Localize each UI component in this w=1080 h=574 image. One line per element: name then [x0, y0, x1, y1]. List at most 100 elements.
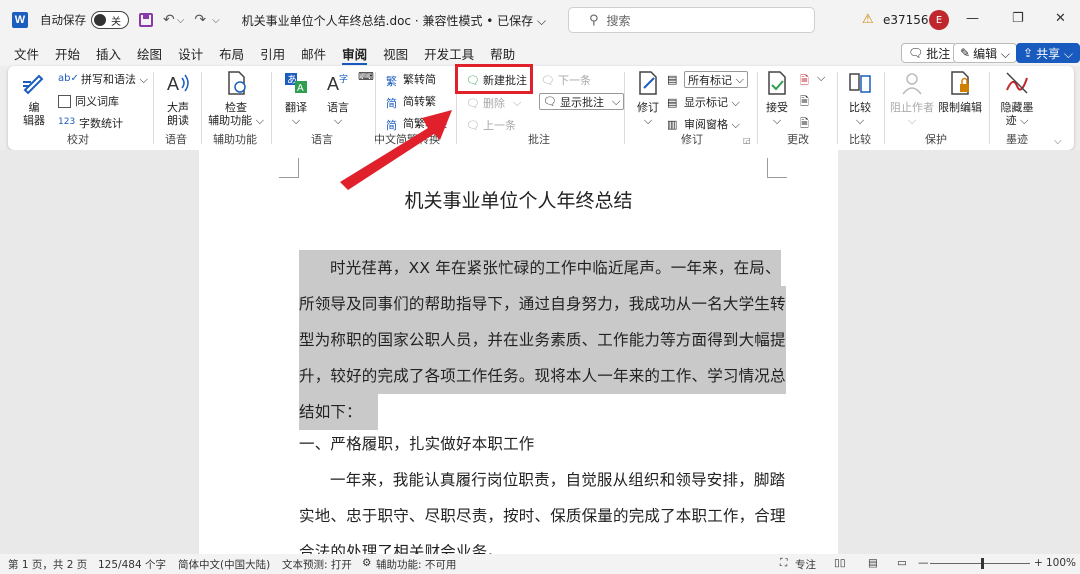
paragraph-line[interactable]: 升，较好的完成了各项工作任务。现将本人一年来的工作、学习情况总	[299, 358, 786, 394]
tab-insert[interactable]: 插入	[88, 40, 129, 66]
group-label-protect: 保护	[925, 133, 947, 146]
web-layout-icon[interactable]: ▭	[897, 557, 907, 569]
read-aloud-button[interactable]: A 大声 朗读	[160, 70, 196, 127]
zoom-level[interactable]: 100%	[1046, 557, 1076, 569]
block-authors-button[interactable]: 阻止作者 ⌵	[889, 70, 935, 127]
track-changes-icon	[639, 71, 657, 95]
reject-button[interactable]: 🗎 ⌵	[800, 71, 825, 87]
paragraph-line[interactable]: 合法的处理了相关财会业务。	[299, 534, 503, 554]
read-mode-icon[interactable]: ▯▯	[834, 557, 846, 569]
minimize-icon[interactable]: —	[966, 11, 979, 26]
compare-button[interactable]: 比较 ⌵	[842, 70, 878, 127]
tracking-dialog-launcher-icon[interactable]: ◲	[743, 136, 751, 145]
username[interactable]: e37156	[883, 13, 929, 27]
show-comments-button[interactable]: 🗨 显示批注 ⌵	[539, 93, 625, 110]
translate-icon: あA	[285, 73, 307, 94]
trad-to-simplified-button[interactable]: 繁繁转简	[386, 71, 436, 88]
restrict-editing-button[interactable]: 限制编辑	[937, 70, 983, 114]
accessibility-icon	[228, 71, 246, 95]
separator	[624, 72, 625, 144]
tab-developer[interactable]: 开发工具	[416, 40, 482, 66]
editor-button[interactable]: 编 辑器	[16, 70, 52, 127]
editing-button[interactable]: ✎ 编辑 ⌵	[953, 43, 1017, 63]
avatar[interactable]: E	[929, 10, 949, 30]
tab-home[interactable]: 开始	[47, 40, 88, 66]
tab-mailings[interactable]: 邮件	[293, 40, 334, 66]
accessibility-status[interactable]: 辅助功能: 不可用	[376, 557, 456, 572]
paragraph-line[interactable]: 时光荏苒，XX 年在紧张忙碌的工作中临近尾声。一年来，在局、	[299, 250, 781, 286]
paragraph-line[interactable]: 型为称职的国家公职人员，并在业务素质、工作能力等方面得到大幅提	[299, 322, 786, 358]
warning-icon[interactable]: ⚠	[862, 12, 874, 27]
paragraph-line[interactable]: 一年来，我能认真履行岗位职责，自觉服从组织和领导安排，脚踏	[299, 462, 785, 498]
tab-draw[interactable]: 绘图	[129, 40, 170, 66]
next-comment-icon: 🗨	[541, 73, 555, 87]
tab-layout[interactable]: 布局	[211, 40, 252, 66]
zoom-slider-track[interactable]	[930, 563, 1030, 564]
print-layout-icon[interactable]: ▤	[868, 557, 878, 569]
page-count[interactable]: 第 1 页，共 2 页	[8, 557, 87, 572]
accept-button[interactable]: 接受 ⌵	[760, 70, 794, 127]
next-change-button[interactable]: 🗎	[800, 115, 817, 130]
markup-select[interactable]: ▤ 所有标记 ⌵	[667, 71, 748, 88]
spelling-grammar-button[interactable]: ab✓ 拼写和语法 ⌵	[58, 71, 148, 87]
focus-mode[interactable]: 专注	[795, 557, 816, 572]
text-prediction-status[interactable]: 文本预测: 打开	[282, 557, 352, 572]
zoom-slider-thumb[interactable]	[981, 558, 984, 569]
check-accessibility-button[interactable]: 检查 辅助功能 ⌵	[206, 70, 266, 127]
zoom-in-icon[interactable]: +	[1034, 557, 1043, 569]
redo-icon[interactable]: ↷	[194, 12, 206, 28]
tab-references[interactable]: 引用	[252, 40, 293, 66]
hide-ink-button[interactable]: 隐藏墨 迹 ⌵	[994, 70, 1040, 127]
reviewing-pane-button[interactable]: ▥ 审阅窗格 ⌵	[667, 116, 740, 132]
pencil-icon: ✎	[960, 46, 971, 60]
show-markup-button[interactable]: ▤ 显示标记 ⌵	[667, 94, 740, 110]
share-button[interactable]: ⇪ 共享 ⌵	[1016, 43, 1080, 63]
tab-view[interactable]: 视图	[375, 40, 416, 66]
undo-dropdown-icon[interactable]: ⌵	[177, 15, 185, 26]
tab-file[interactable]: 文件	[6, 40, 47, 66]
share-icon: ⇪	[1023, 46, 1034, 60]
document-title[interactable]: 机关事业单位个人年终总结.doc · 兼容性模式 • 已保存 ⌵	[242, 12, 546, 29]
save-icon[interactable]	[139, 13, 153, 27]
focus-icon[interactable]: ⛶	[780, 557, 787, 570]
undo-icon[interactable]: ↶	[163, 12, 175, 28]
paragraph-line[interactable]: 实地、忠于职守、尽职尽责，按时、保质保量的完成了本职工作，合理	[299, 498, 786, 534]
customize-toolbar-icon[interactable]: ⌵	[212, 15, 220, 26]
ribbon: 编 辑器 ab✓ 拼写和语法 ⌵ 同义词库 123 字数统计 校对 A 大声 朗读 …	[8, 66, 1074, 150]
translate-button[interactable]: あA 翻译 ⌵	[276, 70, 316, 127]
comments-button[interactable]: 🗨 批注	[901, 43, 958, 63]
group-label-speech: 语音	[165, 133, 187, 146]
keyboard-icon[interactable]: ⌨	[358, 70, 374, 83]
zoom-out-icon[interactable]: —	[918, 557, 929, 569]
autosave-toggle[interactable]: 关	[91, 11, 129, 29]
close-icon[interactable]: ✕	[1055, 11, 1066, 26]
thesaurus-button[interactable]: 同义词库	[58, 93, 119, 109]
search-input[interactable]: ⚲ 搜索	[568, 7, 815, 33]
restore-icon[interactable]: ❐	[1012, 11, 1024, 26]
restrict-editing-icon	[951, 71, 969, 95]
document-page[interactable]: 机关事业单位个人年终总结 时光荏苒，XX 年在紧张忙碌的工作中临近尾声。一年来，…	[199, 150, 838, 554]
previous-change-button[interactable]: 🗎	[800, 93, 817, 108]
svg-text:A: A	[297, 83, 304, 94]
paragraph-line[interactable]: 结如下：	[299, 394, 378, 430]
group-ink: 隐藏墨 迹 ⌵ 墨迹	[992, 66, 1042, 150]
tab-design[interactable]: 设计	[170, 40, 211, 66]
word-count-button[interactable]: 123 字数统计	[58, 115, 123, 131]
document-area[interactable]: 机关事业单位个人年终总结 时光荏苒，XX 年在紧张忙碌的工作中临近尾声。一年来，…	[0, 150, 1080, 554]
next-comment-button[interactable]: 🗨 下一条	[541, 72, 591, 88]
track-changes-button[interactable]: 修订 ⌵	[631, 70, 665, 127]
paragraph-line[interactable]: 所领导及同事们的帮助指导下，通过自身努力，我成功从一名大学生转	[299, 286, 786, 322]
tab-help[interactable]: 帮助	[482, 40, 523, 66]
read-aloud-icon: A	[167, 74, 189, 94]
section-heading[interactable]: 一、严格履职，扎实做好本职工作	[299, 426, 535, 462]
accessibility-status-icon[interactable]: ⚙	[362, 557, 371, 569]
red-arrow-annotation	[340, 110, 452, 190]
word-count[interactable]: 125/484 个字	[98, 557, 166, 572]
tab-review[interactable]: 审阅	[334, 40, 375, 66]
word-count-icon: 123	[58, 116, 76, 127]
collapse-ribbon-icon[interactable]: ⌵	[1054, 136, 1062, 147]
language-status[interactable]: 简体中文(中国大陆)	[178, 557, 270, 572]
editor-icon	[23, 74, 44, 95]
separator	[153, 72, 154, 144]
document-heading[interactable]: 机关事业单位个人年终总结	[199, 186, 838, 213]
